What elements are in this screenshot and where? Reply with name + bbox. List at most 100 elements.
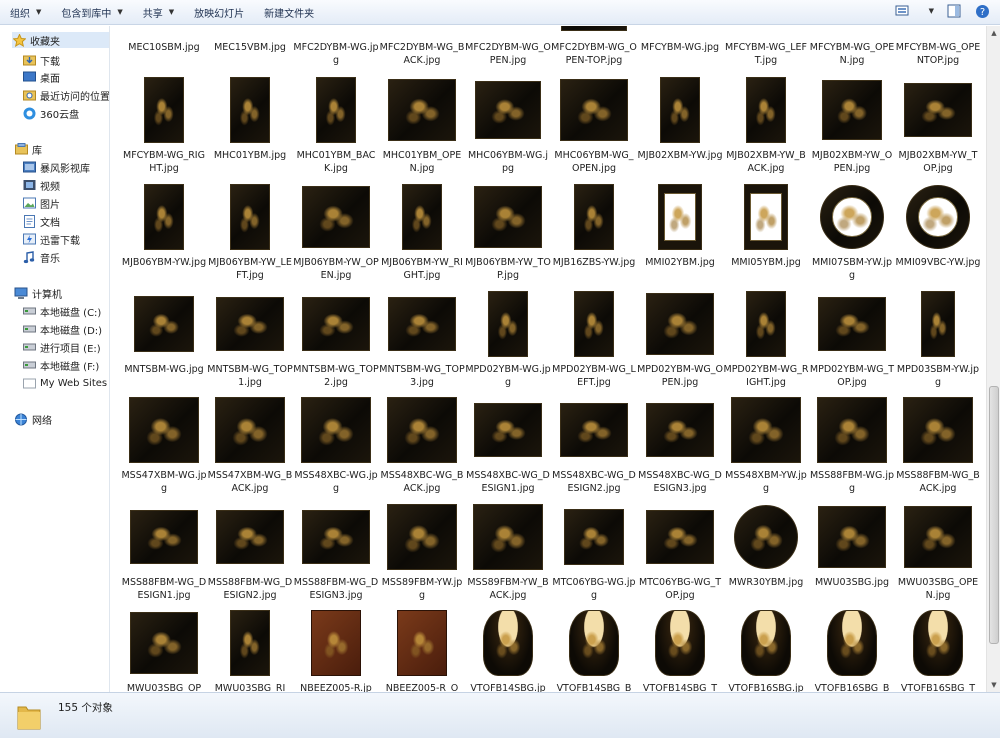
sidebar-item-360-cloud[interactable]: 360云盘 xyxy=(22,105,79,121)
file-tile[interactable]: MSS48XBC-WG_DESIGN3.jpg xyxy=(637,394,723,504)
share-menu[interactable]: 共享 ▼ xyxy=(133,0,184,25)
sidebar-item-recent-places[interactable]: 最近访问的位置 xyxy=(22,87,109,103)
file-tile[interactable]: MFC2DYBM-WG.jpg xyxy=(293,26,379,76)
sidebar-item-documents[interactable]: 文档 xyxy=(22,213,60,229)
file-tile[interactable]: MJB06YBM-YW_TOP.jpg xyxy=(465,181,551,291)
file-tile[interactable]: MSS88FBM-WG.jpg xyxy=(809,394,895,504)
file-tile[interactable]: MSS48XBM-YW.jpg xyxy=(723,394,809,504)
file-tile[interactable]: VTOFB14SBG.jp xyxy=(465,607,551,692)
sidebar-item-libraries[interactable]: 库 xyxy=(14,141,42,157)
sidebar-item-pictures[interactable]: 图片 xyxy=(22,195,60,211)
file-tile[interactable]: MSS48XBC-WG_DESIGN2.jpg xyxy=(551,394,637,504)
file-tile[interactable]: MJB02XBM-YW_OPEN.jpg xyxy=(809,74,895,184)
file-tile[interactable]: MSS48XBC-WG_BACK.jpg xyxy=(379,394,465,504)
file-tile[interactable]: MJB02XBM-YW_BACK.jpg xyxy=(723,74,809,184)
file-tile[interactable]: VTOFB14SBG_T xyxy=(637,607,723,692)
file-tile[interactable]: MJB06YBM-YW.jpg xyxy=(121,181,207,291)
file-tile[interactable]: MSS88FBM-WG_DESIGN2.jpg xyxy=(207,501,293,611)
sidebar-item-desktop[interactable]: 桌面 xyxy=(22,69,60,85)
new-folder-button[interactable]: 新建文件夹 xyxy=(254,0,324,25)
sidebar-item-music[interactable]: 音乐 xyxy=(22,249,60,265)
file-tile[interactable]: MJB06YBM-YW_RIGHT.jpg xyxy=(379,181,465,291)
file-tile[interactable]: MHC06YBM-WG.jpg xyxy=(465,74,551,184)
file-tile[interactable]: MPD02YBM-WG_OPEN.jpg xyxy=(637,288,723,398)
sidebar-item-thunder-downloads[interactable]: 迅雷下载 xyxy=(22,231,80,247)
file-tile[interactable]: MFC2DYBM-WG_OPEN-TOP.jpg xyxy=(551,26,637,76)
file-tile[interactable]: MMI05YBM.jpg xyxy=(723,181,809,291)
file-tile[interactable]: NBEEZ005-R.jp xyxy=(293,607,379,692)
include-in-library-menu[interactable]: 包含到库中 ▼ xyxy=(51,0,132,25)
file-tile[interactable]: MWR30YBM.jpg xyxy=(723,501,809,611)
file-tile[interactable]: MFCYBM-WG_OPEN.jpg xyxy=(809,26,895,76)
file-tile[interactable]: MFCYBM-WG_OPENTOP.jpg xyxy=(895,26,981,76)
file-tile[interactable]: MWU03SBG_OP xyxy=(121,607,207,692)
file-tile[interactable]: MHC01YBM.jpg xyxy=(207,74,293,184)
file-tile[interactable]: MFC2DYBM-WG_OPEN.jpg xyxy=(465,26,551,76)
file-tile[interactable]: MFC2DYBM-WG_BACK.jpg xyxy=(379,26,465,76)
file-tile[interactable]: MSS89FBM-YW_BACK.jpg xyxy=(465,501,551,611)
file-tile[interactable]: MPD02YBM-WG_RIGHT.jpg xyxy=(723,288,809,398)
file-tile[interactable]: MFCYBM-WG_RIGHT.jpg xyxy=(121,74,207,184)
file-tile[interactable]: MJB02XBM-YW.jpg xyxy=(637,74,723,184)
file-tile[interactable]: MMI09VBC-YW.jpg xyxy=(895,181,981,291)
sidebar-item-my-web-sites[interactable]: My Web Sites c xyxy=(22,375,109,391)
file-tile[interactable]: VTOFB16SBG.jp xyxy=(723,607,809,692)
vertical-scrollbar[interactable]: ▲ ▼ xyxy=(986,26,1000,692)
file-tile[interactable]: MPD03SBM-YW.jpg xyxy=(895,288,981,398)
file-tile[interactable]: MEC10SBM.jpg xyxy=(121,26,207,76)
sidebar-item-drive-e[interactable]: 进行项目 (E:) xyxy=(22,339,101,355)
file-tile[interactable]: MHC01YBM_BACK.jpg xyxy=(293,74,379,184)
scrollbar-thumb[interactable] xyxy=(989,386,999,644)
help-icon[interactable]: ? xyxy=(974,3,990,19)
file-tile[interactable]: MNTSBM-WG_TOP1.jpg xyxy=(207,288,293,398)
file-tile[interactable]: MJB02XBM-YW_TOP.jpg xyxy=(895,74,981,184)
file-tile[interactable]: MJB06YBM-YW_OPEN.jpg xyxy=(293,181,379,291)
scroll-up-icon[interactable]: ▲ xyxy=(987,26,1000,40)
file-tile[interactable]: MSS88FBM-WG_DESIGN1.jpg xyxy=(121,501,207,611)
file-tile[interactable]: MSS47XBM-WG.jpg xyxy=(121,394,207,504)
preview-pane-icon[interactable] xyxy=(946,3,962,19)
file-tile[interactable]: MSS89FBM-YW.jpg xyxy=(379,501,465,611)
file-tile[interactable]: MSS47XBM-WG_BACK.jpg xyxy=(207,394,293,504)
file-tile[interactable]: VTOFB16SBG_B xyxy=(809,607,895,692)
file-tile[interactable]: MPD02YBM-WG_LEFT.jpg xyxy=(551,288,637,398)
file-tile[interactable]: MWU03SBG_OPEN.jpg xyxy=(895,501,981,611)
file-tile[interactable]: MHC01YBM_OPEN.jpg xyxy=(379,74,465,184)
file-tile[interactable]: MEC15VBM.jpg xyxy=(207,26,293,76)
file-tile[interactable]: MJB16ZBS-YW.jpg xyxy=(551,181,637,291)
view-options-icon[interactable] xyxy=(895,3,911,19)
sidebar-item-downloads[interactable]: 下载 xyxy=(22,52,60,68)
file-tile[interactable]: MNTSBM-WG_TOP2.jpg xyxy=(293,288,379,398)
file-tile[interactable]: MTC06YBG-WG_TOP.jpg xyxy=(637,501,723,611)
file-tile[interactable]: MNTSBM-WG.jpg xyxy=(121,288,207,398)
sidebar-item-network[interactable]: 网络 xyxy=(14,411,52,427)
sidebar-item-videos[interactable]: 视频 xyxy=(22,177,60,193)
file-tile[interactable]: MHC06YBM-WG_OPEN.jpg xyxy=(551,74,637,184)
sidebar-item-drive-c[interactable]: 本地磁盘 (C:) xyxy=(22,303,101,319)
file-tile[interactable]: MWU03SBG.jpg xyxy=(809,501,895,611)
file-tile[interactable]: MMI07SBM-YW.jpg xyxy=(809,181,895,291)
file-tile[interactable]: MPD02YBM-WG_TOP.jpg xyxy=(809,288,895,398)
sidebar-item-drive-f[interactable]: 本地磁盘 (F:) xyxy=(22,357,99,373)
file-tile[interactable]: MMI02YBM.jpg xyxy=(637,181,723,291)
file-tile[interactable]: MTC06YBG-WG.jpg xyxy=(551,501,637,611)
file-tile[interactable]: MSS88FBM-WG_BACK.jpg xyxy=(895,394,981,504)
sidebar-item-drive-d[interactable]: 本地磁盘 (D:) xyxy=(22,321,102,337)
file-tile[interactable]: MFCYBM-WG.jpg xyxy=(637,26,723,76)
sidebar-item-favorites[interactable]: 收藏夹 xyxy=(12,32,109,48)
scroll-down-icon[interactable]: ▼ xyxy=(987,678,1000,692)
file-tile[interactable]: MPD02YBM-WG.jpg xyxy=(465,288,551,398)
file-tile[interactable]: MFCYBM-WG_LEFT.jpg xyxy=(723,26,809,76)
view-dropdown-icon[interactable]: ▼ xyxy=(929,7,934,15)
slideshow-button[interactable]: 放映幻灯片 xyxy=(184,0,254,25)
file-tile[interactable]: NBEEZ005-R_O xyxy=(379,607,465,692)
file-tile[interactable]: VTOFB16SBG_T xyxy=(895,607,981,692)
organize-menu[interactable]: 组织 ▼ xyxy=(0,0,51,25)
file-tile[interactable]: MSS88FBM-WG_DESIGN3.jpg xyxy=(293,501,379,611)
file-tile[interactable]: MJB06YBM-YW_LEFT.jpg xyxy=(207,181,293,291)
file-tile[interactable]: MSS48XBC-WG_DESIGN1.jpg xyxy=(465,394,551,504)
sidebar-item-computer[interactable]: 计算机 xyxy=(14,285,62,301)
file-tile[interactable]: MNTSBM-WG_TOP3.jpg xyxy=(379,288,465,398)
file-tile[interactable]: MSS48XBC-WG.jpg xyxy=(293,394,379,504)
file-tile[interactable]: MWU03SBG_RI xyxy=(207,607,293,692)
